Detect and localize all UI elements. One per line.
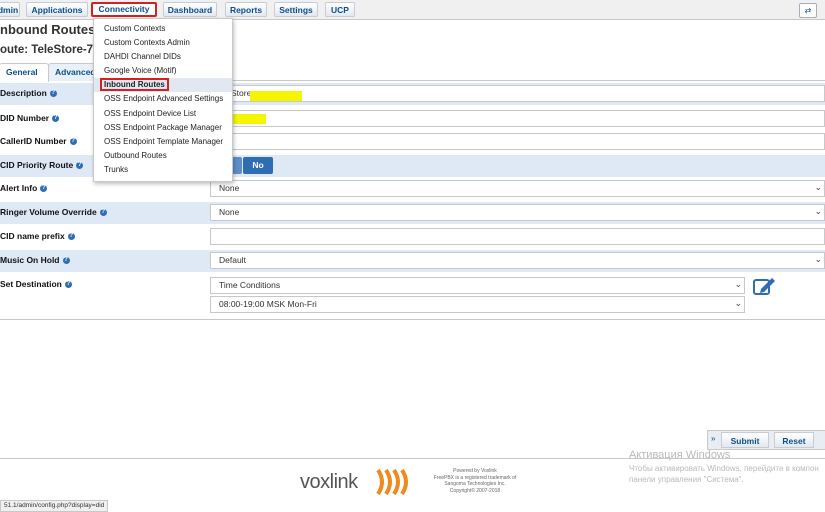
menu-item-oss-advanced-settings[interactable]: OSS Endpoint Advanced Settings [94,92,232,106]
description-input[interactable]: Store- [210,85,825,102]
powered-by-text: Powered by Voxlink FreePBX is a register… [433,468,517,494]
top-navigation: dmin Applications Connectivity Dashboard… [0,0,825,20]
help-icon[interactable]: ? [52,115,60,123]
action-bar: » Submit Reset [707,430,825,450]
alert-info-select[interactable]: None [210,180,825,197]
menu-item-outbound-routes[interactable]: Outbound Routes [94,149,232,163]
help-icon[interactable]: ? [62,257,70,265]
did-input[interactable] [210,110,825,127]
row-cid-prefix: CID name prefix? [0,226,825,248]
menu-item-dahdi-channel-dids[interactable]: DAHDI Channel DIDs [94,50,232,64]
tab-general[interactable]: General [0,63,49,82]
submit-button[interactable]: Submit [721,432,769,448]
nav-applications[interactable]: Applications [26,2,88,17]
voxlink-logo: voxlink [300,471,358,493]
alert-info-label: Alert Info [0,183,38,193]
nav-dashboard[interactable]: Dashboard [163,2,217,17]
page-title: nbound Routes [0,22,96,37]
route-title: oute: TeleStore-74 [0,44,100,56]
menu-item-custom-contexts[interactable]: Custom Contexts [94,22,232,36]
connectivity-menu: Custom Contexts Custom Contexts Admin DA… [93,18,233,182]
menu-item-inbound-routes[interactable]: Inbound Routes [94,78,232,93]
status-bar-url: 51.1/admin/config.php?display=did [0,500,109,512]
windows-activation-title: Активация Windows [629,449,731,461]
ringer-select[interactable]: None [210,204,825,221]
language-icon[interactable]: ⇄ [799,3,817,18]
nav-settings[interactable]: Settings [274,2,318,17]
menu-item-custom-contexts-admin[interactable]: Custom Contexts Admin [94,36,232,50]
destination-value-select[interactable]: 08:00-19:00 MSK Mon-Fri [210,296,745,313]
help-icon[interactable]: ? [76,162,84,170]
row-destination: Set Destination? Time Conditions 08:00-1… [0,274,825,318]
no-button[interactable]: No [243,157,273,174]
nav-connectivity[interactable]: Connectivity [91,2,157,17]
did-label: DID Number [0,113,50,123]
callerid-label: CallerID Number [0,136,67,146]
nav-ucp[interactable]: UCP [325,2,355,17]
redaction-mark [230,114,266,124]
menu-item-oss-package-manager[interactable]: OSS Endpoint Package Manager [94,121,232,135]
moh-select[interactable]: Default [210,252,825,269]
row-moh: Music On Hold? Default [0,250,825,272]
help-icon[interactable]: ? [67,233,75,241]
windows-activation-text: Чтобы активировать Windows, перейдите в … [629,464,819,484]
cid-prefix-label: CID name prefix [0,231,65,241]
voxlink-logo-icon [376,468,408,496]
menu-item-google-voice[interactable]: Google Voice (Motif) [94,64,232,78]
reset-button[interactable]: Reset [774,432,814,448]
description-label: Description [0,88,47,98]
ringer-label: Ringer Volume Override [0,207,97,217]
help-icon[interactable]: ? [99,209,107,217]
moh-label: Music On Hold [0,255,60,265]
redaction-mark [250,91,302,101]
callerid-input[interactable] [210,133,825,150]
help-icon[interactable]: ? [64,281,72,289]
menu-item-oss-device-list[interactable]: OSS Endpoint Device List [94,107,232,121]
destination-label: Set Destination [0,279,62,289]
nav-reports[interactable]: Reports [225,2,267,17]
cid-priority-label: CID Priority Route [0,160,74,170]
help-icon[interactable]: ? [49,90,57,98]
destination-type-select[interactable]: Time Conditions [210,277,745,294]
help-icon[interactable]: ? [40,185,48,193]
edit-icon[interactable] [752,276,776,296]
yes-button[interactable] [232,157,242,174]
help-icon[interactable]: ? [69,138,77,146]
menu-item-trunks[interactable]: Trunks [94,163,232,177]
divider [0,319,825,320]
row-ringer: Ringer Volume Override? None [0,202,825,224]
cid-prefix-input[interactable] [210,228,825,245]
nav-admin[interactable]: dmin [0,2,20,17]
collapse-icon[interactable]: » [711,434,715,443]
menu-item-oss-template-manager[interactable]: OSS Endpoint Template Manager [94,135,232,149]
